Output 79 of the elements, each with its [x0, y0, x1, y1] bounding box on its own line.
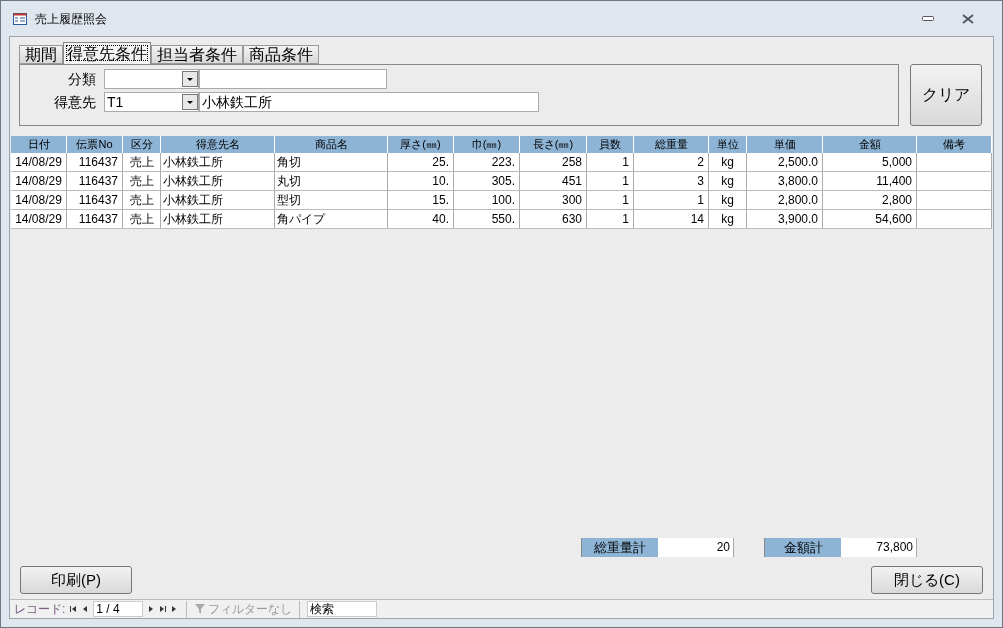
table-cell: 54,600	[823, 210, 917, 228]
table-cell: 丸切	[275, 172, 388, 190]
table-cell: 3,900.0	[747, 210, 823, 228]
minimize-icon[interactable]	[922, 15, 934, 22]
table-cell: 14/08/29	[11, 172, 67, 190]
table-cell: 14	[634, 210, 709, 228]
first-record-icon[interactable]	[69, 605, 78, 613]
table-cell: 3,800.0	[747, 172, 823, 190]
table-cell: 116437	[67, 191, 123, 209]
table-cell: 1	[634, 191, 709, 209]
combo-box[interactable]	[104, 69, 199, 89]
table-cell: 258	[520, 153, 587, 171]
table-cell: 15.	[388, 191, 454, 209]
table-cell: 型切	[275, 191, 388, 209]
table-cell: 451	[520, 172, 587, 190]
table-cell: 2,800	[823, 191, 917, 209]
search-field[interactable]: 検索	[307, 601, 378, 617]
total-label: 総重量計	[582, 538, 658, 557]
table-cell: 305.	[454, 172, 520, 190]
table-cell: 小林鉄工所	[161, 191, 275, 209]
table-cell: kg	[709, 172, 747, 190]
record-label: レコード:	[14, 601, 66, 618]
tab[interactable]: 担当者条件	[151, 45, 243, 64]
table-cell: 1	[587, 210, 634, 228]
table-cell: 11,400	[823, 172, 917, 190]
table-cell: 14/08/29	[11, 210, 67, 228]
table-cell: 223.	[454, 153, 520, 171]
table-cell: 116437	[67, 153, 123, 171]
tab[interactable]: 商品条件	[243, 45, 319, 64]
table-cell: 2,800.0	[747, 191, 823, 209]
table-cell: 40.	[388, 210, 454, 228]
field-label: 分類	[67, 69, 97, 89]
total-value: 20	[658, 538, 734, 557]
window-title: 売上履歴照会	[35, 10, 107, 28]
table-cell: 角パイプ	[275, 210, 388, 228]
table-cell: 角切	[275, 153, 388, 171]
table-cell: 100.	[454, 191, 520, 209]
table-cell: 1	[587, 172, 634, 190]
table-cell: 1	[587, 191, 634, 209]
table-cell: 売上	[123, 172, 161, 190]
last-record-icon[interactable]	[159, 605, 168, 613]
table-cell: 1	[587, 153, 634, 171]
table-cell: 2,500.0	[747, 153, 823, 171]
table-cell: 25.	[388, 153, 454, 171]
table-cell: kg	[709, 191, 747, 209]
table-cell: 14/08/29	[11, 153, 67, 171]
table-cell: 116437	[67, 172, 123, 190]
table-cell: 3	[634, 172, 709, 190]
tab[interactable]: 期間	[19, 45, 63, 64]
total-value: 73,800	[841, 538, 917, 557]
clear-button[interactable]: クリア	[910, 64, 982, 126]
table-cell: 14/08/29	[11, 191, 67, 209]
record-position-field[interactable]: 1 / 4	[93, 601, 144, 617]
table-cell: 売上	[123, 210, 161, 228]
table-cell: kg	[709, 210, 747, 228]
print-button[interactable]: 印刷(P)	[20, 566, 132, 594]
close-icon[interactable]	[962, 13, 974, 24]
table-cell: 小林鉄工所	[161, 153, 275, 171]
combo-box[interactable]: T1	[104, 92, 199, 112]
table-cell: 小林鉄工所	[161, 210, 275, 228]
table-cell: 630	[520, 210, 587, 228]
table-cell: 10.	[388, 172, 454, 190]
form-icon	[13, 12, 27, 25]
table-cell: 2	[634, 153, 709, 171]
total-label: 金額計	[765, 538, 841, 557]
table-cell: 売上	[123, 153, 161, 171]
table-cell: 116437	[67, 210, 123, 228]
close-button[interactable]: 閉じる(C)	[871, 566, 983, 594]
table-cell: 5,000	[823, 153, 917, 171]
name-field[interactable]	[199, 69, 387, 89]
name-field[interactable]: 小林鉄工所	[199, 92, 539, 112]
filter-icon	[194, 603, 207, 615]
table-cell: 550.	[454, 210, 520, 228]
field-label: 得意先	[53, 92, 97, 112]
previous-record-icon[interactable]	[81, 605, 90, 613]
table-cell: 小林鉄工所	[161, 172, 275, 190]
table-cell: 売上	[123, 191, 161, 209]
table-cell: kg	[709, 153, 747, 171]
table-cell: 300	[520, 191, 587, 209]
